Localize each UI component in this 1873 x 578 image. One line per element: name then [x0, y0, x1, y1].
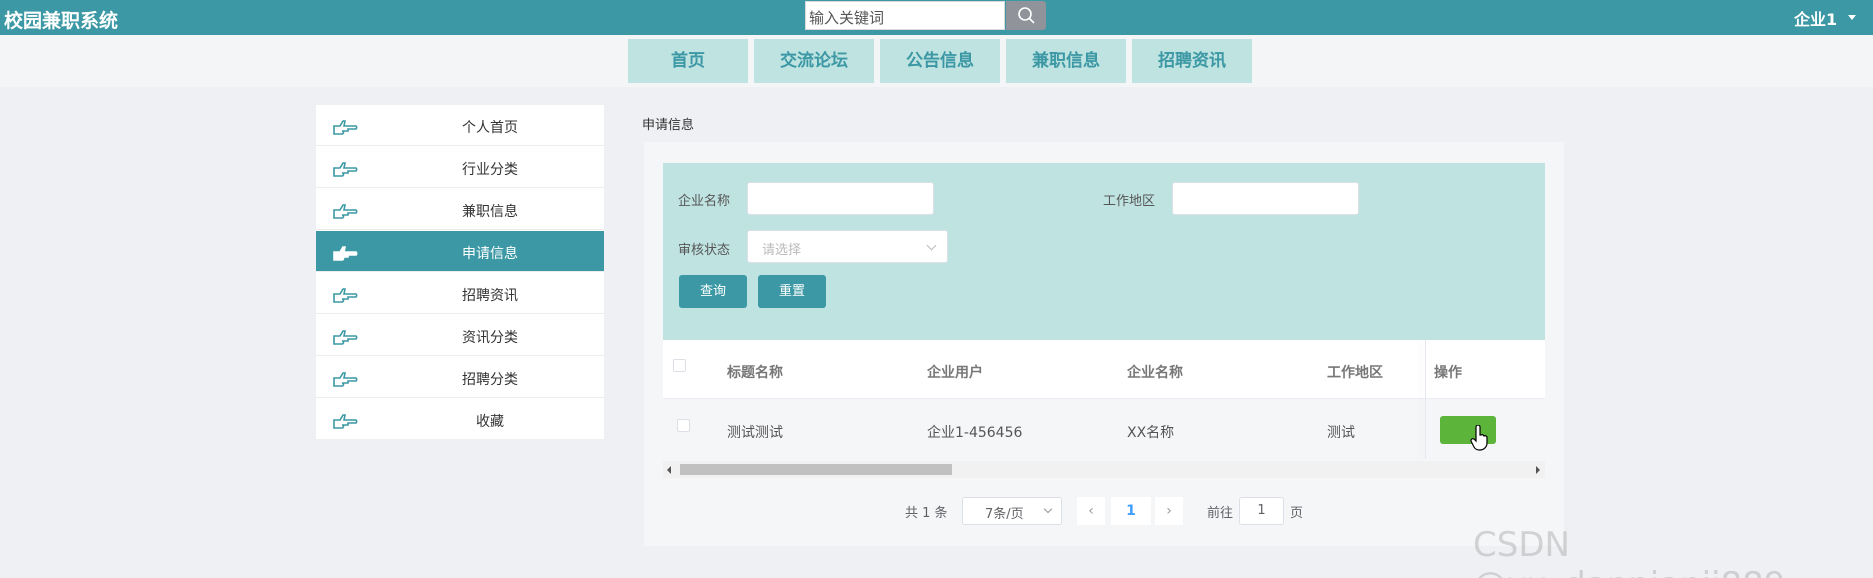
nav-part-time[interactable]: 兼职信息 — [1006, 39, 1126, 83]
chevron-down-icon[interactable] — [1848, 15, 1856, 20]
goto-label: 前往 — [1207, 506, 1234, 521]
sidebar-item-label: 申请信息 — [462, 246, 518, 262]
cell-company-user: 企业1-456456 — [927, 425, 1023, 441]
sidebar-item-label: 招聘资讯 — [462, 288, 518, 304]
page-number-current[interactable]: 1 — [1111, 497, 1151, 525]
chevron-down-icon — [926, 240, 937, 251]
sidebar-item-profile[interactable]: 个人首页 — [316, 105, 604, 146]
nav-recruitment[interactable]: 招聘资讯 — [1132, 39, 1252, 83]
review-status-select[interactable]: 请选择 — [747, 230, 948, 263]
column-header: 企业用户 — [927, 365, 983, 381]
scrollbar-thumb[interactable] — [680, 464, 952, 475]
pointing-hand-icon — [333, 330, 358, 345]
hand-cursor-icon — [1470, 425, 1488, 451]
row-checkbox[interactable] — [677, 419, 690, 432]
pointing-hand-icon — [333, 246, 358, 261]
app-title: 校园兼职系统 — [4, 10, 119, 32]
column-header: 工作地区 — [1327, 365, 1383, 381]
sidebar-item-recruit-category[interactable]: 招聘分类 — [316, 357, 604, 398]
search-input[interactable]: 输入关键词 — [805, 1, 1005, 30]
sidebar-item-label: 资讯分类 — [462, 330, 518, 346]
sidebar: 个人首页 行业分类 兼职信息 申请信息 招聘资讯 资讯分类 招聘分类 收藏 — [316, 105, 604, 439]
work-area-label: 工作地区 — [1103, 194, 1156, 209]
nav-home[interactable]: 首页 — [628, 39, 748, 83]
cell-work-area: 测试 — [1327, 425, 1355, 441]
prev-page-button[interactable]: ‹ — [1077, 497, 1105, 525]
watermark: CSDN @vx_danpianji889 — [1473, 525, 1785, 578]
fixed-column-divider — [1425, 340, 1426, 459]
company-name-input[interactable] — [747, 182, 934, 215]
search-icon — [1018, 7, 1035, 24]
table-header: 标题名称 企业用户 企业名称 工作地区 操作 — [663, 340, 1545, 399]
chevron-down-icon — [1043, 504, 1053, 514]
pointing-hand-icon — [333, 204, 358, 219]
column-header: 操作 — [1434, 365, 1462, 381]
query-button[interactable]: 查询 — [679, 275, 747, 308]
sidebar-item-favorites[interactable]: 收藏 — [316, 399, 604, 439]
reset-button[interactable]: 重置 — [758, 275, 826, 308]
pointing-hand-icon — [333, 162, 358, 177]
search-button[interactable] — [1006, 1, 1046, 30]
cell-company-name: XX名称 — [1127, 425, 1175, 441]
sidebar-item-label: 招聘分类 — [462, 372, 518, 388]
sidebar-item-part-time[interactable]: 兼职信息 — [316, 189, 604, 230]
scroll-right-icon[interactable] — [1536, 466, 1540, 474]
goto-page-input[interactable]: 1 — [1239, 497, 1284, 525]
page-suffix-label: 页 — [1290, 506, 1304, 521]
sidebar-item-label: 个人首页 — [462, 120, 518, 136]
sidebar-item-label: 收藏 — [476, 414, 504, 430]
sidebar-item-applications[interactable]: 申请信息 — [316, 231, 604, 272]
page-size-value: 7条/页 — [985, 507, 1024, 522]
column-header: 企业名称 — [1127, 365, 1183, 381]
select-all-checkbox[interactable] — [673, 359, 686, 372]
sidebar-item-label: 行业分类 — [462, 162, 518, 178]
scroll-left-icon[interactable] — [667, 466, 671, 474]
pointing-hand-icon — [333, 372, 358, 387]
next-page-button[interactable]: › — [1155, 497, 1183, 525]
pointing-hand-icon — [333, 288, 358, 303]
nav-forum[interactable]: 交流论坛 — [754, 39, 874, 83]
cell-title: 测试测试 — [727, 425, 783, 441]
column-header: 标题名称 — [727, 365, 783, 381]
company-name-label: 企业名称 — [678, 194, 731, 209]
nav-announcements[interactable]: 公告信息 — [880, 39, 1000, 83]
breadcrumb: 申请信息 — [642, 118, 695, 133]
sidebar-item-industry[interactable]: 行业分类 — [316, 147, 604, 188]
sidebar-item-recruit-news[interactable]: 招聘资讯 — [316, 273, 604, 314]
pointing-hand-icon — [333, 414, 358, 429]
pagination-total: 共 1 条 — [905, 506, 948, 521]
work-area-input[interactable] — [1172, 182, 1359, 215]
page-size-select[interactable]: 7条/页 — [962, 497, 1062, 525]
sidebar-item-label: 兼职信息 — [462, 204, 518, 220]
sidebar-item-news-category[interactable]: 资讯分类 — [316, 315, 604, 356]
pointing-hand-icon — [333, 120, 358, 135]
user-menu[interactable]: 企业1 — [1794, 6, 1837, 30]
review-status-label: 审核状态 — [678, 243, 731, 258]
table-row: 测试测试 企业1-456456 XX名称 测试 — [663, 399, 1545, 459]
review-status-placeholder: 请选择 — [762, 243, 802, 258]
